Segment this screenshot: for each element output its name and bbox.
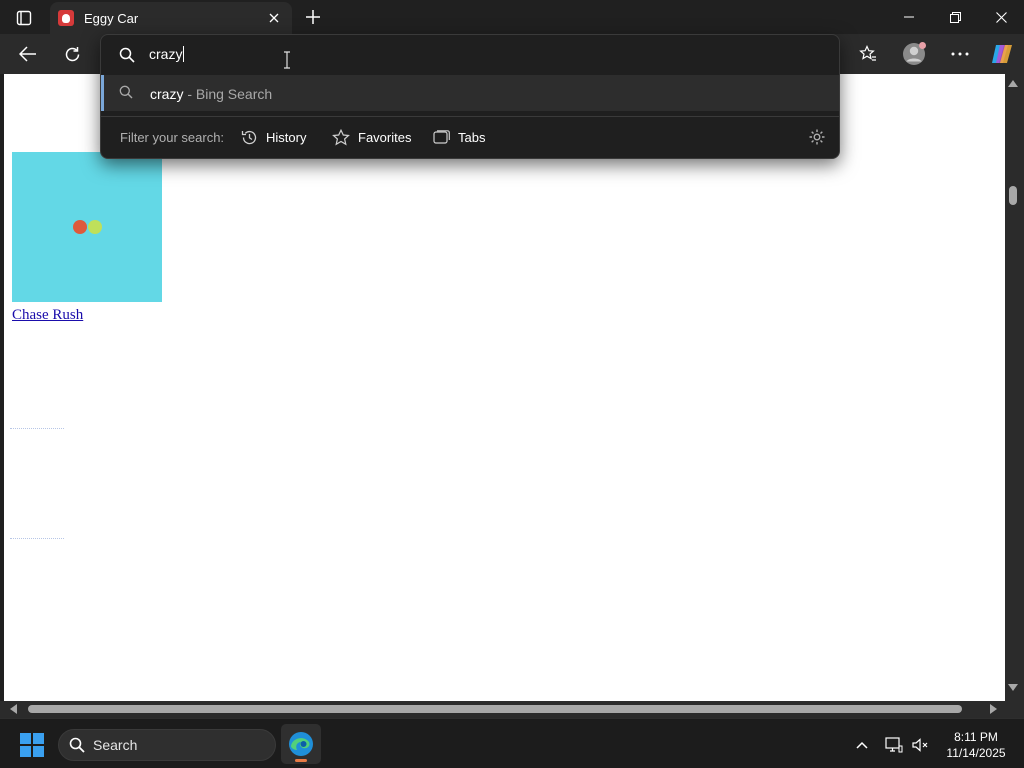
refresh-button[interactable] bbox=[57, 40, 87, 68]
minimize-icon bbox=[904, 16, 914, 18]
search-icon bbox=[69, 737, 85, 753]
show-hidden-icons-button[interactable] bbox=[852, 735, 872, 755]
game-link-chase-rush[interactable]: Chase Rush bbox=[12, 307, 83, 324]
search-filter-row: Filter your search: History Favorites Ta… bbox=[101, 119, 839, 155]
address-bar[interactable]: crazy bbox=[101, 35, 839, 75]
close-icon bbox=[995, 11, 1007, 23]
divider-line bbox=[10, 428, 64, 429]
clock-time: 8:11 PM bbox=[954, 730, 998, 744]
title-bar: Eggy Car bbox=[0, 0, 1024, 34]
search-icon bbox=[119, 47, 135, 63]
red-dot bbox=[73, 220, 87, 234]
profile-avatar-icon bbox=[903, 42, 926, 65]
filter-history-chip[interactable]: History bbox=[241, 127, 306, 147]
close-window-button[interactable] bbox=[978, 0, 1024, 34]
windows-start-icon[interactable] bbox=[20, 733, 44, 757]
suggestion-text: crazy - Bing Search bbox=[150, 86, 273, 102]
clock-date: 11/14/2025 bbox=[946, 746, 1006, 760]
close-icon bbox=[269, 13, 279, 23]
back-arrow-icon bbox=[19, 46, 36, 62]
star-icon bbox=[332, 128, 350, 146]
more-dots-icon bbox=[951, 52, 969, 56]
taskbar-search-box[interactable]: Search bbox=[58, 729, 276, 761]
tab-eggy-car[interactable]: Eggy Car bbox=[50, 2, 292, 34]
divider-line bbox=[10, 538, 64, 539]
gear-icon[interactable] bbox=[808, 128, 826, 146]
address-input[interactable]: crazy bbox=[149, 46, 185, 62]
tab-actions-button[interactable] bbox=[8, 6, 40, 30]
back-button[interactable] bbox=[13, 40, 43, 68]
taskbar-search-label: Search bbox=[93, 737, 138, 753]
vertical-scroll-thumb[interactable] bbox=[1009, 186, 1017, 205]
profile-button[interactable] bbox=[899, 40, 929, 68]
filter-favorites-chip[interactable]: Favorites bbox=[332, 127, 411, 147]
scroll-left-arrow[interactable] bbox=[10, 704, 17, 714]
tabs-icon bbox=[433, 129, 450, 144]
scroll-right-arrow[interactable] bbox=[990, 704, 997, 714]
restore-icon bbox=[949, 11, 961, 23]
filter-label: Filter your search: bbox=[120, 130, 225, 145]
text-cursor-icon bbox=[284, 51, 290, 69]
minimize-button[interactable] bbox=[886, 0, 932, 34]
restore-button[interactable] bbox=[932, 0, 978, 34]
edge-icon bbox=[289, 732, 313, 756]
copilot-button[interactable] bbox=[987, 40, 1017, 68]
network-icon bbox=[885, 737, 903, 753]
active-app-indicator bbox=[295, 759, 307, 762]
chevron-up-icon bbox=[856, 741, 868, 749]
tab-title: Eggy Car bbox=[84, 10, 139, 26]
search-icon bbox=[119, 85, 133, 99]
network-status-button[interactable] bbox=[884, 735, 904, 755]
site-favicon-icon bbox=[58, 10, 74, 26]
search-suggestion-item[interactable]: crazy - Bing Search bbox=[101, 75, 839, 111]
history-icon bbox=[241, 130, 257, 144]
game-thumbnail[interactable] bbox=[12, 152, 162, 302]
address-bar-dropdown: crazy crazy - Bing Search Filter your se… bbox=[100, 34, 840, 159]
horizontal-scrollbar[interactable] bbox=[0, 701, 1024, 718]
volume-button[interactable] bbox=[910, 735, 930, 755]
plus-icon bbox=[306, 10, 320, 24]
new-tab-button[interactable] bbox=[300, 6, 326, 28]
system-clock[interactable]: 8:11 PM 11/14/2025 bbox=[938, 729, 1014, 761]
scroll-up-arrow[interactable] bbox=[1008, 80, 1018, 87]
settings-more-button[interactable] bbox=[945, 40, 975, 68]
favorites-star-icon bbox=[859, 45, 876, 61]
horizontal-scroll-thumb[interactable] bbox=[28, 705, 962, 713]
scroll-down-arrow[interactable] bbox=[1008, 684, 1018, 691]
refresh-icon bbox=[65, 46, 79, 61]
tab-close-button[interactable] bbox=[266, 10, 282, 26]
volume-muted-icon bbox=[912, 738, 928, 752]
taskbar: Search 8:11 PM 11/14/2025 bbox=[0, 718, 1024, 768]
edge-taskbar-button[interactable] bbox=[281, 724, 321, 764]
copilot-icon bbox=[992, 45, 1012, 63]
vertical-scrollbar[interactable] bbox=[1005, 74, 1024, 701]
tab-actions-icon bbox=[16, 10, 32, 26]
page-viewport: Chase Rush bbox=[4, 74, 1005, 701]
green-dot bbox=[88, 220, 102, 234]
favorites-button[interactable] bbox=[853, 40, 883, 68]
filter-tabs-chip[interactable]: Tabs bbox=[433, 127, 485, 147]
dropdown-divider bbox=[101, 116, 839, 117]
